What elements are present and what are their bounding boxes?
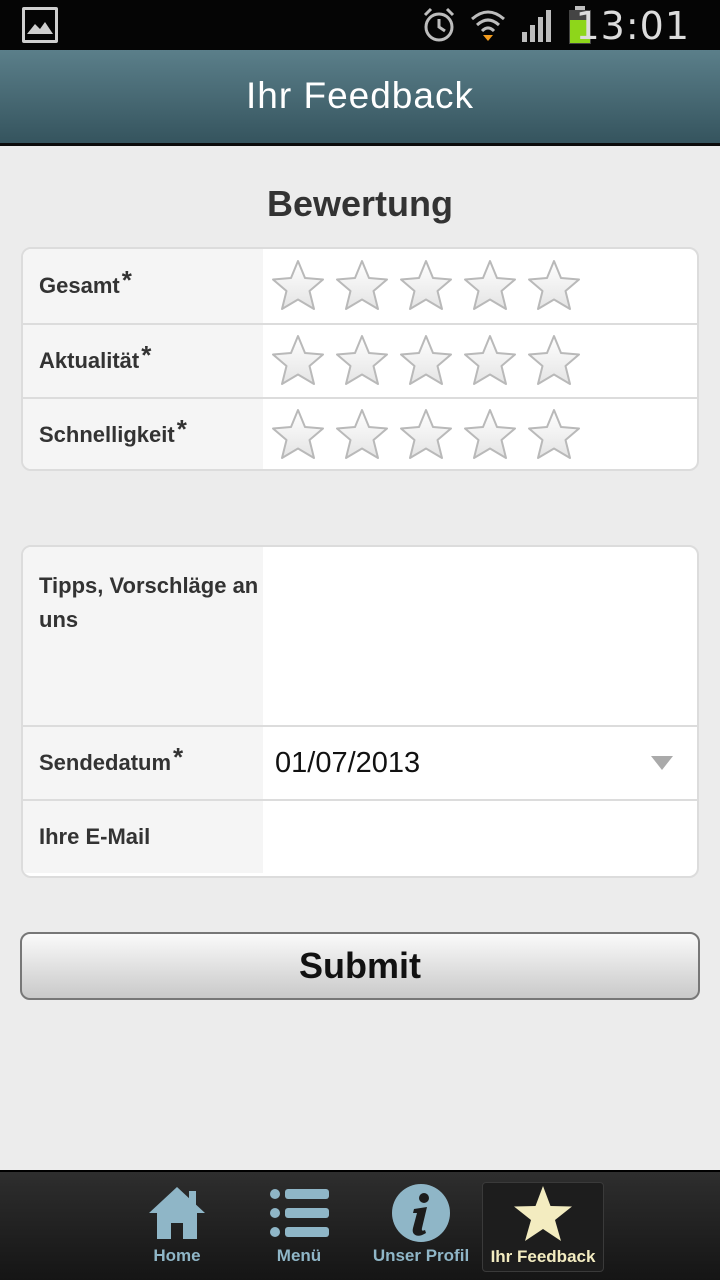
- tab-profile[interactable]: Unser Profil: [360, 1182, 482, 1272]
- email-label: Ihre E-Mail: [23, 801, 263, 873]
- star-icon[interactable]: [461, 406, 519, 464]
- tips-row: Tipps, Vorschläge an uns: [23, 547, 697, 725]
- required-mark: *: [173, 741, 184, 772]
- star-rating: [269, 257, 583, 315]
- rating-card: Gesamt * Aktualität * Schnelligkeit *: [21, 247, 699, 471]
- date-select[interactable]: 01/07/2013: [263, 727, 697, 799]
- date-row: Sendedatum * 01/07/2013: [23, 725, 697, 799]
- rating-row-aktualitaet: Aktualität *: [23, 323, 697, 397]
- title-bar: Ihr Feedback: [0, 50, 720, 146]
- star-icon[interactable]: [269, 406, 327, 464]
- tab-label: Menü: [276, 1246, 322, 1265]
- tips-textarea[interactable]: [263, 547, 697, 725]
- star-icon[interactable]: [397, 257, 455, 315]
- email-row: Ihre E-Mail: [23, 799, 697, 873]
- rating-section-title: Bewertung: [266, 183, 453, 224]
- submit-button[interactable]: Submit: [20, 932, 700, 1000]
- required-mark: *: [176, 413, 187, 444]
- tab-menu[interactable]: Menü: [238, 1182, 360, 1272]
- list-icon: [269, 1182, 329, 1244]
- rating-label: Aktualität: [39, 348, 140, 373]
- date-value: 01/07/2013: [275, 746, 421, 779]
- signal-icon: [522, 10, 551, 42]
- rating-row-schnelligkeit: Schnelligkeit *: [23, 397, 697, 469]
- star-icon[interactable]: [397, 406, 455, 464]
- star-icon[interactable]: [461, 257, 519, 315]
- info-icon: [390, 1182, 452, 1244]
- tab-home[interactable]: Home: [116, 1182, 238, 1272]
- status-bar: 13:01: [0, 0, 720, 50]
- chevron-down-icon: [651, 756, 673, 770]
- alarm-icon: [423, 7, 455, 42]
- star-icon[interactable]: [269, 257, 327, 315]
- required-mark: *: [141, 339, 152, 370]
- star-rating: [269, 332, 583, 390]
- star-icon[interactable]: [397, 332, 455, 390]
- email-input[interactable]: [263, 801, 697, 873]
- tab-feedback[interactable]: Ihr Feedback: [482, 1182, 604, 1272]
- star-icon[interactable]: [461, 332, 519, 390]
- date-label: Sendedatum: [39, 750, 172, 775]
- tab-label: Home: [153, 1246, 201, 1265]
- rating-label: Schnelligkeit: [39, 422, 175, 447]
- star-icon: [512, 1183, 574, 1245]
- status-time: 13:01: [575, 4, 690, 48]
- tips-label: Tipps, Vorschläge an uns: [23, 547, 263, 725]
- star-icon[interactable]: [269, 332, 327, 390]
- star-icon[interactable]: [525, 332, 583, 390]
- star-icon[interactable]: [333, 406, 391, 464]
- tab-label: Unser Profil: [372, 1246, 470, 1265]
- page-title: Ihr Feedback: [246, 75, 474, 116]
- bottom-tab-bar: Home Menü Unser Profil Ihr Feedback: [0, 1170, 720, 1280]
- tab-label: Ihr Feedback: [490, 1247, 596, 1266]
- star-icon[interactable]: [333, 332, 391, 390]
- star-icon[interactable]: [525, 406, 583, 464]
- star-icon[interactable]: [525, 257, 583, 315]
- required-mark: *: [121, 264, 132, 295]
- home-icon: [147, 1182, 207, 1244]
- star-rating: [269, 406, 583, 464]
- rating-label: Gesamt: [39, 273, 120, 298]
- gallery-notification-icon: [22, 7, 58, 43]
- star-icon[interactable]: [333, 257, 391, 315]
- rating-row-gesamt: Gesamt *: [23, 249, 697, 323]
- wifi-icon: [471, 10, 505, 41]
- feedback-form-card: Tipps, Vorschläge an uns Sendedatum * 01/…: [21, 545, 699, 878]
